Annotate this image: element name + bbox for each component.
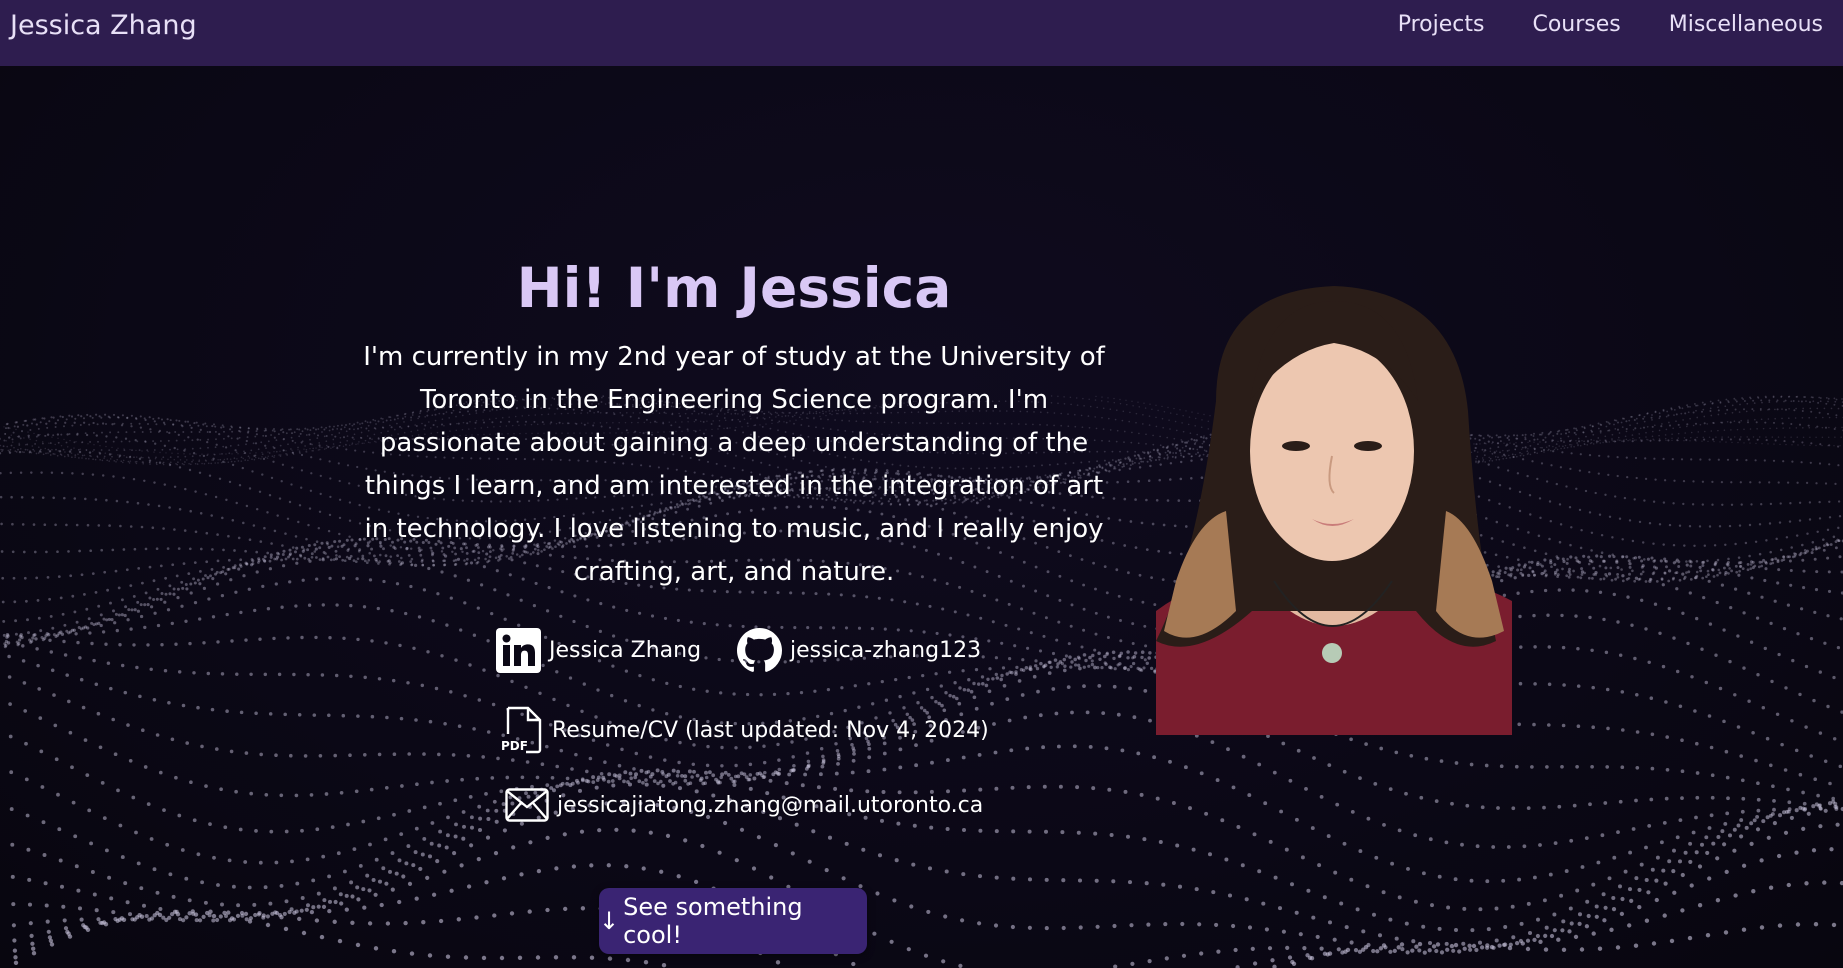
- nav-link-miscellaneous[interactable]: Miscellaneous: [1669, 12, 1823, 37]
- hero-bio: I'm currently in my 2nd year of study at…: [363, 342, 1105, 587]
- cta-label: See something cool!: [623, 893, 803, 949]
- hero-title: Hi! I'm Jessica: [516, 256, 952, 320]
- linkedin-link[interactable]: Jessica Zhang: [496, 628, 701, 673]
- email-link[interactable]: jessicajiatong.zhang@mail.utoronto.ca: [505, 788, 983, 822]
- linkedin-label: Jessica Zhang: [549, 638, 702, 663]
- mail-icon: [505, 788, 549, 822]
- pdf-file-icon: PDF: [500, 706, 544, 754]
- profile-photo: [1156, 281, 1512, 735]
- nav-links: Projects Courses Miscellaneous: [1398, 12, 1823, 37]
- down-arrow-icon: ↓: [599, 907, 620, 935]
- github-icon: [737, 628, 782, 673]
- nav-link-courses[interactable]: Courses: [1532, 12, 1620, 37]
- github-label: jessica-zhang123: [790, 638, 982, 663]
- linkedin-icon: [496, 628, 541, 673]
- see-something-cool-button[interactable]: ↓ See something cool!: [599, 888, 867, 954]
- email-label: jessicajiatong.zhang@mail.utoronto.ca: [557, 792, 984, 818]
- resume-link[interactable]: PDF Resume/CV (last updated: Nov 4, 2024…: [500, 706, 989, 754]
- github-link[interactable]: jessica-zhang123: [737, 628, 981, 673]
- top-navbar: Jessica Zhang Projects Courses Miscellan…: [0, 0, 1843, 66]
- hero-section: Hi! I'm Jessica I'm currently in my 2nd …: [0, 66, 1843, 968]
- brand-link[interactable]: Jessica Zhang: [10, 10, 197, 41]
- resume-label: Resume/CV (last updated: Nov 4, 2024): [552, 717, 989, 743]
- nav-link-projects[interactable]: Projects: [1398, 12, 1485, 37]
